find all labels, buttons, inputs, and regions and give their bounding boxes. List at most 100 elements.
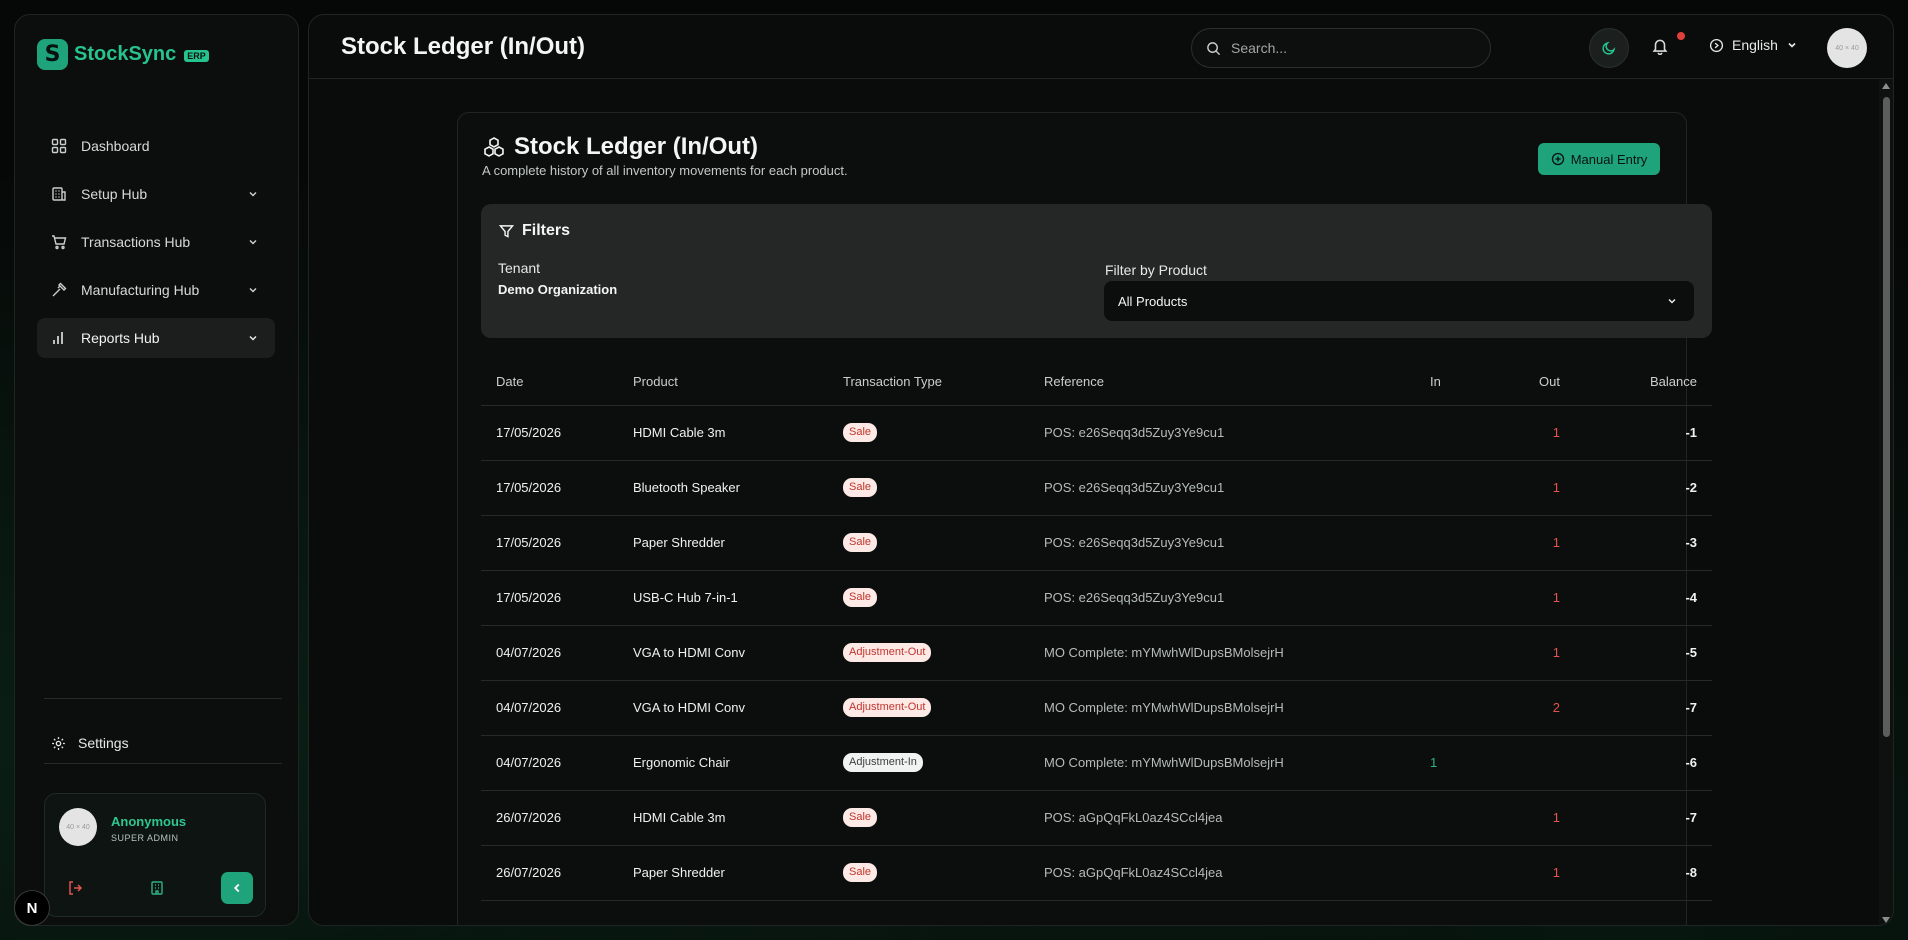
globe-icon <box>1709 38 1724 52</box>
sidebar-item-label: Manufacturing Hub <box>81 282 200 298</box>
sidebar-item-manufacturing-hub[interactable]: Manufacturing Hub <box>37 270 275 310</box>
scroll-down-arrow[interactable] <box>1882 917 1890 923</box>
main-panel: Stock Ledger (In/Out) English 40 × 40 St… <box>308 14 1894 926</box>
manual-entry-button[interactable]: Manual Entry <box>1538 143 1660 175</box>
cell-date: 04/07/2026 <box>481 680 633 736</box>
cell-date: 26/07/2026 <box>481 790 633 846</box>
search-box[interactable] <box>1191 28 1491 68</box>
column-header-date[interactable]: Date <box>481 359 633 406</box>
sidebar-item-dashboard[interactable]: Dashboard <box>37 126 275 166</box>
divider <box>44 763 282 764</box>
cell-type: Sale <box>843 570 1044 626</box>
card-title: Stock Ledger (In/Out) <box>482 133 758 161</box>
cell-balance: -2 <box>1578 460 1712 516</box>
scroll-thumb[interactable] <box>1883 97 1890 737</box>
table-row[interactable]: 17/05/2026 USB-C Hub 7-in-1 Sale POS: e26Se… <box>481 570 1712 626</box>
transaction-type-badge: Adjustment-Out <box>843 643 932 662</box>
language-selector[interactable]: English <box>1709 37 1798 53</box>
product-filter-select[interactable]: All Products <box>1104 281 1694 321</box>
page-title: Stock Ledger (In/Out) <box>341 33 586 60</box>
logo-mark: S <box>37 39 68 70</box>
tenant-label: Tenant <box>498 260 541 276</box>
table-row[interactable]: 26/07/2026 Paper Shredder Sale POS: aGpQqFk… <box>481 845 1712 901</box>
scrollbar[interactable] <box>1879 79 1893 925</box>
transaction-type-badge: Adjustment-In <box>843 753 923 772</box>
avatar[interactable]: 40 × 40 <box>1827 28 1867 68</box>
cell-reference: POS: aGpQqFkL0az4SCcl4jea <box>1044 790 1430 846</box>
search-input[interactable] <box>1231 40 1471 56</box>
logout-button[interactable] <box>59 872 91 904</box>
logout-icon <box>69 881 83 895</box>
cell-out: 1 <box>1493 405 1578 461</box>
cell-type: Adjustment-Out <box>843 680 1044 736</box>
table-row[interactable]: 17/05/2026 Bluetooth Speaker Sale POS: e26S… <box>481 460 1712 516</box>
transaction-type-badge: Sale <box>843 808 878 827</box>
column-header-out[interactable]: Out <box>1493 359 1578 406</box>
bell-icon[interactable] <box>1651 37 1669 55</box>
sidebar-item-setup-hub[interactable]: Setup Hub <box>37 174 275 214</box>
theme-toggle-button[interactable] <box>1589 28 1629 68</box>
dev-tools-badge[interactable]: N <box>14 890 50 926</box>
cell-out: 1 <box>1493 625 1578 681</box>
sidebar-item-transactions-hub[interactable]: Transactions Hub <box>37 222 275 262</box>
cell-reference: POS: e26Seqq3d5Zuy3Ye9cu1 <box>1044 460 1430 516</box>
sidebar-item-settings[interactable]: Settings <box>51 735 129 751</box>
cell-type: Sale <box>843 790 1044 846</box>
cell-date: 17/05/2026 <box>481 570 633 626</box>
cell-reference: POS: e26Seqq3d5Zuy3Ye9cu1 <box>1044 570 1430 626</box>
transaction-type-badge: Sale <box>843 478 878 497</box>
column-header-product[interactable]: Product <box>633 359 843 406</box>
column-header-in[interactable]: In <box>1430 359 1493 406</box>
avatar[interactable]: 40 × 40 <box>59 808 97 846</box>
collapse-sidebar-button[interactable] <box>221 872 253 904</box>
cell-in <box>1430 790 1493 846</box>
user-card: 40 × 40 Anonymous SUPER ADMIN <box>44 793 266 917</box>
organization-button[interactable] <box>141 872 173 904</box>
table-row[interactable]: 04/07/2026 Ergonomic Chair Adjustment-In MO… <box>481 735 1712 791</box>
cell-date: 04/07/2026 <box>481 625 633 681</box>
product-filter-label: Filter by Product <box>1105 262 1207 278</box>
gear-icon <box>52 736 65 750</box>
cell-product: Paper Shredder <box>633 845 843 901</box>
table-row[interactable]: 17/05/2026 Paper Shredder Sale POS: e26Seqq… <box>481 515 1712 571</box>
cell-out <box>1493 735 1578 791</box>
cell-type: Adjustment-Out <box>843 625 1044 681</box>
table-row[interactable]: 04/07/2026 VGA to HDMI Conv Adjustment-Out… <box>481 680 1712 736</box>
ledger-table: Date Product Transaction Type Reference … <box>481 359 1712 901</box>
column-header-balance[interactable]: Balance <box>1578 359 1712 406</box>
cell-reference: MO Complete: mYMwhWlDupsBMolsejrH <box>1044 680 1430 736</box>
cell-balance: -8 <box>1578 845 1712 901</box>
column-header-reference[interactable]: Reference <box>1044 359 1430 406</box>
cell-balance: -6 <box>1578 735 1712 791</box>
filters-title: Filters <box>522 222 571 239</box>
cell-in <box>1430 405 1493 461</box>
logo[interactable]: S StockSync ERP <box>37 39 209 70</box>
user-role: SUPER ADMIN <box>111 833 179 843</box>
product-filter-value: All Products <box>1118 293 1188 309</box>
cell-balance: -3 <box>1578 515 1712 571</box>
table-row[interactable]: 04/07/2026 VGA to HDMI Conv Adjustment-Out… <box>481 625 1712 681</box>
bar-chart-icon <box>53 332 63 344</box>
cell-date: 17/05/2026 <box>481 405 633 461</box>
building-icon <box>151 881 163 895</box>
cell-type: Sale <box>843 515 1044 571</box>
cell-out: 1 <box>1493 845 1578 901</box>
search-icon <box>1207 41 1221 55</box>
user-name: Anonymous <box>111 814 187 829</box>
cell-product: VGA to HDMI Conv <box>633 625 843 681</box>
notification-dot <box>1677 32 1685 40</box>
filter-icon <box>499 224 514 238</box>
sidebar-item-label: Setup Hub <box>81 186 148 202</box>
boxes-icon <box>484 137 504 157</box>
chevron-left-icon <box>233 883 240 893</box>
brand-badge: ERP <box>184 50 209 62</box>
sidebar-item-reports-hub[interactable]: Reports Hub <box>37 318 275 358</box>
scroll-up-arrow[interactable] <box>1882 83 1890 89</box>
column-header-type[interactable]: Transaction Type <box>843 359 1044 406</box>
table-row[interactable]: 17/05/2026 HDMI Cable 3m Sale POS: e26Seqq3… <box>481 405 1712 461</box>
table-row[interactable]: 26/07/2026 HDMI Cable 3m Sale POS: aGpQqFkL… <box>481 790 1712 846</box>
card-title-text: Stock Ledger (In/Out) <box>514 133 759 160</box>
cell-type: Sale <box>843 405 1044 461</box>
sidebar-item-label: Reports Hub <box>81 330 160 346</box>
cell-out: 1 <box>1493 790 1578 846</box>
